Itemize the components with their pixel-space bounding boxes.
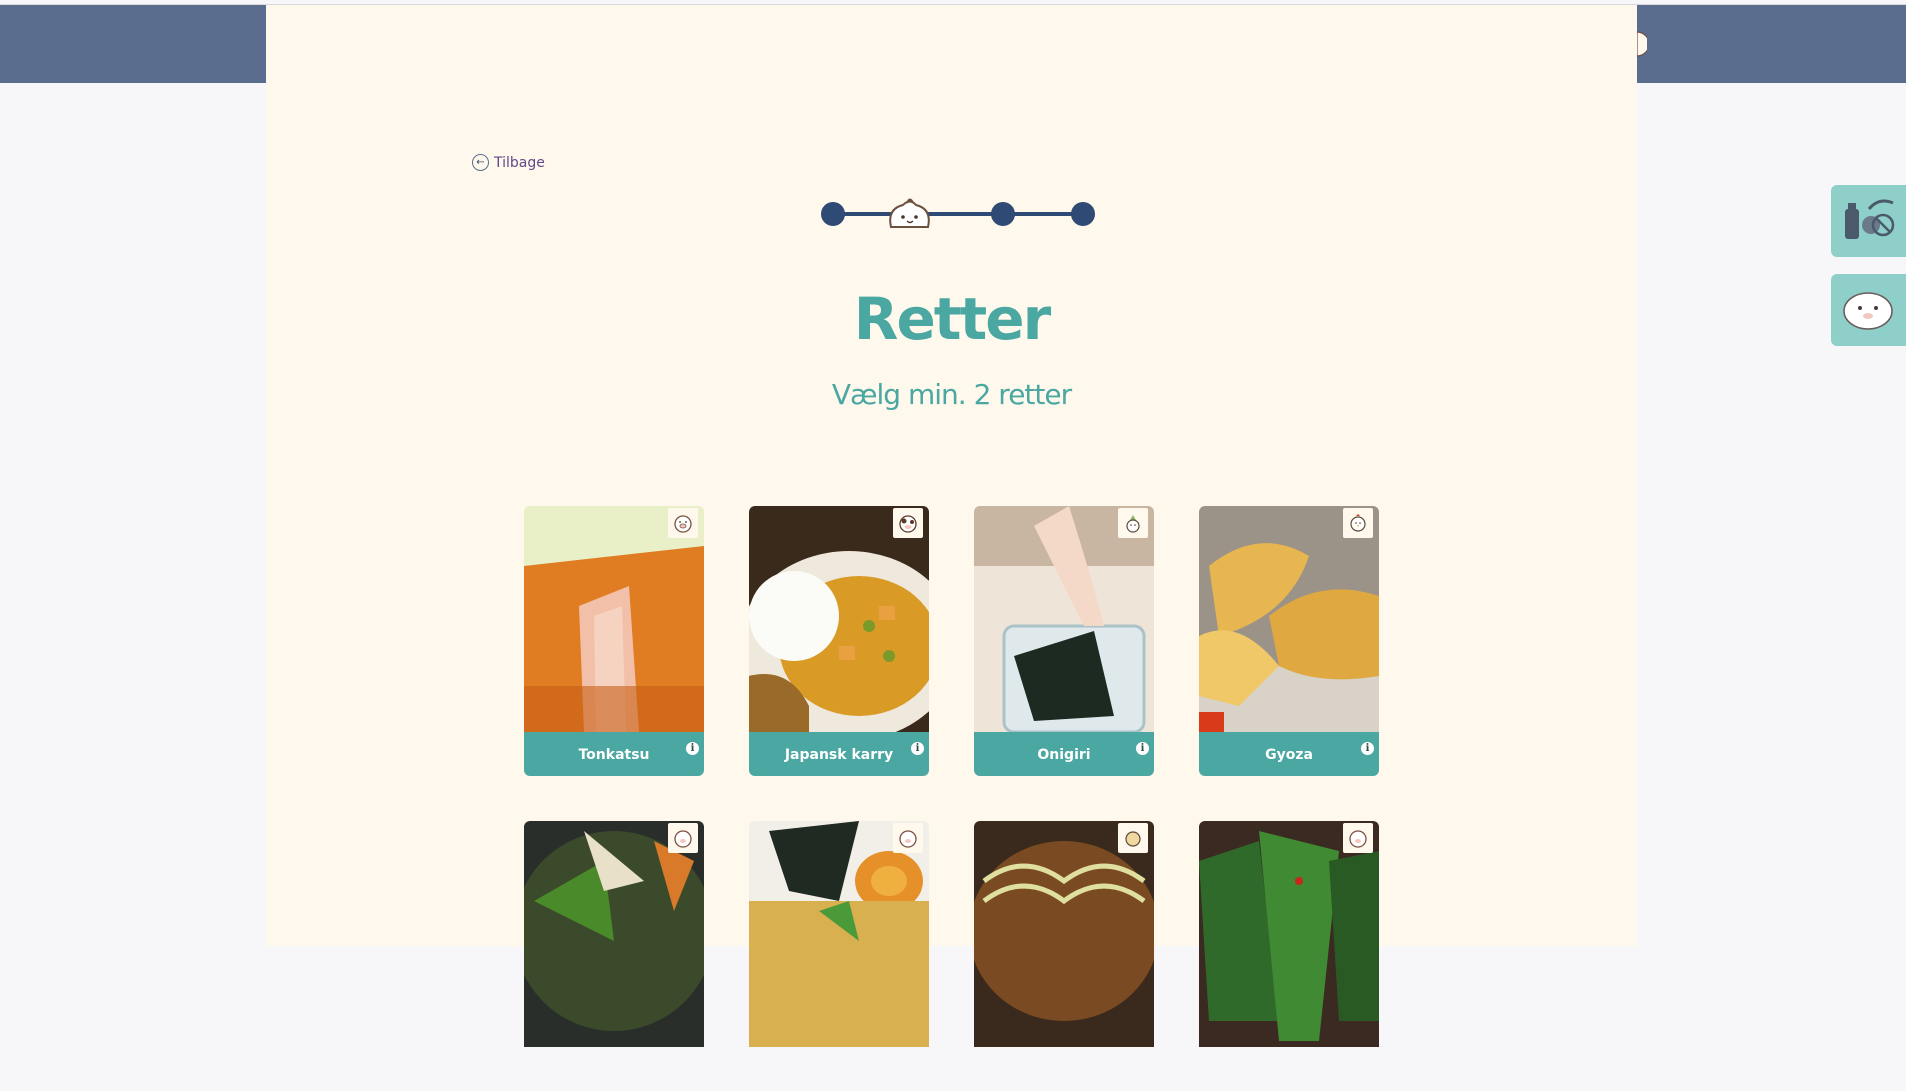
dish-name: Onigiri xyxy=(974,732,1154,776)
dish-card-row2-1[interactable] xyxy=(524,821,704,1091)
dish-card-onigiri[interactable]: Onigiri i xyxy=(974,506,1154,776)
ramen-salad-photo xyxy=(524,821,704,1047)
main-panel: ← Tilbage Retter Vælg min. 2 retter Tonk… xyxy=(266,5,1637,1047)
broccolini-photo xyxy=(1199,821,1379,1047)
page-subtitle: Vælg min. 2 retter xyxy=(831,378,1072,411)
page-title: Retter xyxy=(853,285,1051,353)
step-1-dot xyxy=(821,202,845,226)
karry-photo xyxy=(749,506,929,732)
tonkatsu-photo xyxy=(524,506,704,732)
dish-card-tonkatsu[interactable]: Tonkatsu i xyxy=(524,506,704,776)
progress-stepper xyxy=(821,198,1095,228)
info-icon[interactable]: i xyxy=(686,742,699,755)
allergen-icon xyxy=(1845,199,1895,239)
dish-card-row2-3[interactable] xyxy=(974,821,1154,1091)
info-icon[interactable]: i xyxy=(911,742,924,755)
allergen-filter-tab[interactable] xyxy=(1831,185,1906,257)
okonomiyaki-photo xyxy=(974,821,1154,1047)
dish-card-gyoza[interactable]: Gyoza i xyxy=(1199,506,1379,776)
info-icon[interactable]: i xyxy=(1361,742,1374,755)
ramen-photo xyxy=(749,821,929,1047)
chicken-icon xyxy=(1118,823,1148,853)
header-avatar-edge[interactable] xyxy=(1637,30,1647,58)
back-label: Tilbage xyxy=(494,154,545,171)
back-link[interactable]: ← Tilbage xyxy=(472,154,545,171)
dish-card-japansk-karry[interactable]: Japansk karry i xyxy=(749,506,929,776)
pig-icon xyxy=(668,823,698,853)
dish-name: Japansk karry xyxy=(749,732,929,776)
info-icon[interactable]: i xyxy=(1136,742,1149,755)
arrow-left-icon: ← xyxy=(472,154,489,171)
pig-icon xyxy=(668,508,698,538)
dish-name: Gyoza xyxy=(1199,732,1379,776)
pig-icon xyxy=(893,823,923,853)
vegetable-icon xyxy=(1118,508,1148,538)
sheep-icon xyxy=(1843,292,1893,330)
chicken-icon xyxy=(1343,508,1373,538)
pig-icon xyxy=(1343,823,1373,853)
dish-card-row2-4[interactable] xyxy=(1199,821,1379,1091)
step-2-dumpling-icon xyxy=(889,198,930,228)
cow-icon xyxy=(893,508,923,538)
gyoza-photo xyxy=(1199,506,1379,732)
step-3-dot xyxy=(991,202,1015,226)
step-4-dot xyxy=(1071,202,1095,226)
dish-card-row2-2[interactable] xyxy=(749,821,929,1091)
onigiri-photo xyxy=(974,506,1154,732)
sheep-tab[interactable] xyxy=(1831,274,1906,346)
dish-name: Tonkatsu xyxy=(524,732,704,776)
